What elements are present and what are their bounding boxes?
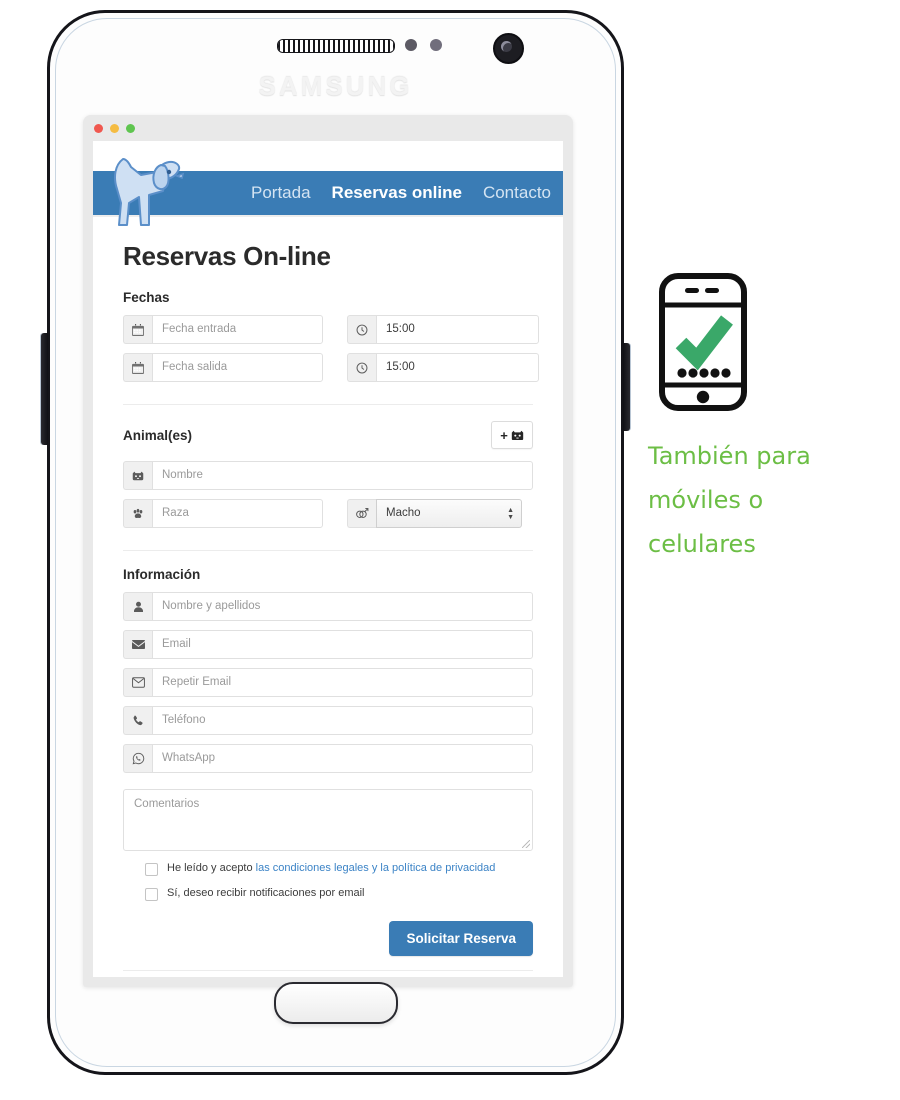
home-button[interactable]	[273, 982, 398, 1024]
animal-face-icon	[511, 430, 523, 440]
nav-link-contacto[interactable]: Contacto	[483, 183, 551, 203]
legal-terms-row: He leído y acepto las condiciones legale…	[123, 851, 533, 876]
raza-group[interactable]: Raza	[123, 499, 323, 528]
email-group[interactable]: Email	[123, 630, 533, 659]
sexo-group[interactable]: Macho ▲ ▼	[347, 499, 522, 528]
nombre-animal-group[interactable]: Nombre	[123, 461, 533, 490]
form-row-fecha-salida: Fecha salida 15:00	[123, 353, 539, 382]
telefono-group[interactable]: Teléfono	[123, 706, 533, 735]
form-row-telefono: Teléfono	[123, 706, 533, 735]
power-button[interactable]	[623, 343, 630, 431]
hora-entrada-group[interactable]: 15:00	[347, 315, 539, 344]
nav-link-reservas-online[interactable]: Reservas online	[332, 183, 462, 203]
chevron-updown-icon: ▲ ▼	[507, 506, 514, 521]
form-row-repetir-email: Repetir Email	[123, 668, 533, 697]
site-nav: Portada Reservas online Contacto	[251, 171, 551, 215]
sexo-select-value: Macho	[386, 507, 421, 519]
hora-salida-group[interactable]: 15:00	[347, 353, 539, 382]
section-title-animales: Animal(es)	[123, 427, 193, 443]
annotation-line-1: También para	[648, 442, 811, 470]
sexo-select[interactable]: Macho ▲ ▼	[376, 499, 522, 528]
annotation-line-3: celulares	[648, 530, 756, 558]
window-minimize-button[interactable]	[110, 124, 119, 133]
plus-icon: +	[500, 427, 508, 443]
add-animal-button[interactable]: +	[491, 421, 533, 449]
calendar-icon	[123, 353, 152, 382]
newsletter-checkbox[interactable]	[145, 888, 158, 901]
telefono-input[interactable]: Teléfono	[152, 706, 533, 735]
form-row-nombre-apellidos: Nombre y apellidos	[123, 592, 533, 621]
newsletter-label: Sí, deseo recibir notificaciones por ema…	[167, 887, 365, 899]
newsletter-row: Sí, deseo recibir notificaciones por ema…	[123, 876, 533, 901]
repetir-email-input[interactable]: Repetir Email	[152, 668, 533, 697]
volume-button[interactable]	[41, 333, 48, 445]
animal-face-icon	[123, 461, 152, 490]
mobile-annotation: También para móviles o celulares	[648, 272, 878, 566]
fecha-entrada-input[interactable]: Fecha entrada	[152, 315, 323, 344]
clock-icon	[347, 315, 376, 344]
envelope-filled-icon	[123, 630, 152, 659]
nombre-apellidos-group[interactable]: Nombre y apellidos	[123, 592, 533, 621]
mobile-annotation-text: También para móviles o celulares	[648, 434, 878, 566]
speaker-grille-icon	[276, 39, 395, 53]
divider-animales-informacion	[123, 550, 533, 551]
browser-window: Portada Reservas online Contacto Reserva…	[83, 115, 573, 987]
whatsapp-icon	[123, 744, 152, 773]
repetir-email-group[interactable]: Repetir Email	[123, 668, 533, 697]
gender-icon	[347, 499, 376, 528]
nombre-animal-input[interactable]: Nombre	[152, 461, 533, 490]
hora-salida-input[interactable]: 15:00	[376, 353, 539, 382]
nav-link-portada[interactable]: Portada	[251, 183, 311, 203]
calendar-icon	[123, 315, 152, 344]
whatsapp-input[interactable]: WhatsApp	[152, 744, 533, 773]
legal-terms-link[interactable]: las condiciones legales y la política de…	[256, 862, 496, 874]
browser-titlebar	[83, 115, 573, 141]
whatsapp-group[interactable]: WhatsApp	[123, 744, 533, 773]
envelope-outline-icon	[123, 668, 152, 697]
hora-entrada-input[interactable]: 15:00	[376, 315, 539, 344]
front-camera-icon	[493, 33, 524, 64]
paw-icon	[123, 499, 152, 528]
phone-icon	[123, 706, 152, 735]
legal-terms-text: He leído y acepto	[167, 862, 256, 874]
page-title: Reservas On-line	[123, 241, 331, 271]
form-row-email: Email	[123, 630, 533, 659]
dog-logo[interactable]	[105, 145, 191, 233]
submit-button[interactable]: Solicitar Reserva	[389, 921, 533, 956]
legal-terms-label: He leído y acepto las condiciones legale…	[167, 862, 495, 875]
submit-row: Solicitar Reserva	[123, 901, 533, 970]
fecha-entrada-group[interactable]: Fecha entrada	[123, 315, 323, 344]
phone-brand-label: SAMSUNG	[258, 71, 413, 101]
fecha-salida-input[interactable]: Fecha salida	[152, 353, 323, 382]
user-icon	[123, 592, 152, 621]
window-maximize-button[interactable]	[126, 124, 135, 133]
email-input[interactable]: Email	[152, 630, 533, 659]
window-close-button[interactable]	[94, 124, 103, 133]
form-row-whatsapp: WhatsApp	[123, 744, 533, 773]
nombre-apellidos-input[interactable]: Nombre y apellidos	[152, 592, 533, 621]
annotation-line-2: móviles o	[648, 486, 764, 514]
section-header-animales: Animal(es) +	[123, 421, 533, 449]
form-bottom-divider	[123, 970, 533, 971]
phone-device: SAMSUNG Portada Reservas online Contacto	[41, 10, 630, 1075]
clock-icon	[347, 353, 376, 382]
booking-form: Fechas Fecha entrada 15:00 Fecha salida …	[93, 272, 563, 971]
fecha-salida-group[interactable]: Fecha salida	[123, 353, 323, 382]
legal-terms-checkbox[interactable]	[145, 863, 158, 876]
browser-viewport: Portada Reservas online Contacto Reserva…	[93, 141, 563, 977]
section-title-fechas: Fechas	[123, 290, 170, 305]
form-row-raza-sexo: Raza Macho ▲ ▼	[123, 499, 533, 528]
form-row-fecha-entrada: Fecha entrada 15:00	[123, 315, 539, 344]
light-sensor-icon	[430, 39, 442, 51]
section-title-informacion: Información	[123, 567, 201, 582]
mobile-phone-check-icon	[659, 273, 747, 411]
comentarios-textarea[interactable]: Comentarios	[123, 789, 533, 851]
form-row-nombre-animal: Nombre	[123, 461, 533, 490]
raza-input[interactable]: Raza	[152, 499, 323, 528]
proximity-sensor-icon	[405, 39, 417, 51]
divider-fechas-animales	[123, 404, 533, 405]
site-header: Portada Reservas online Contacto	[93, 141, 563, 233]
